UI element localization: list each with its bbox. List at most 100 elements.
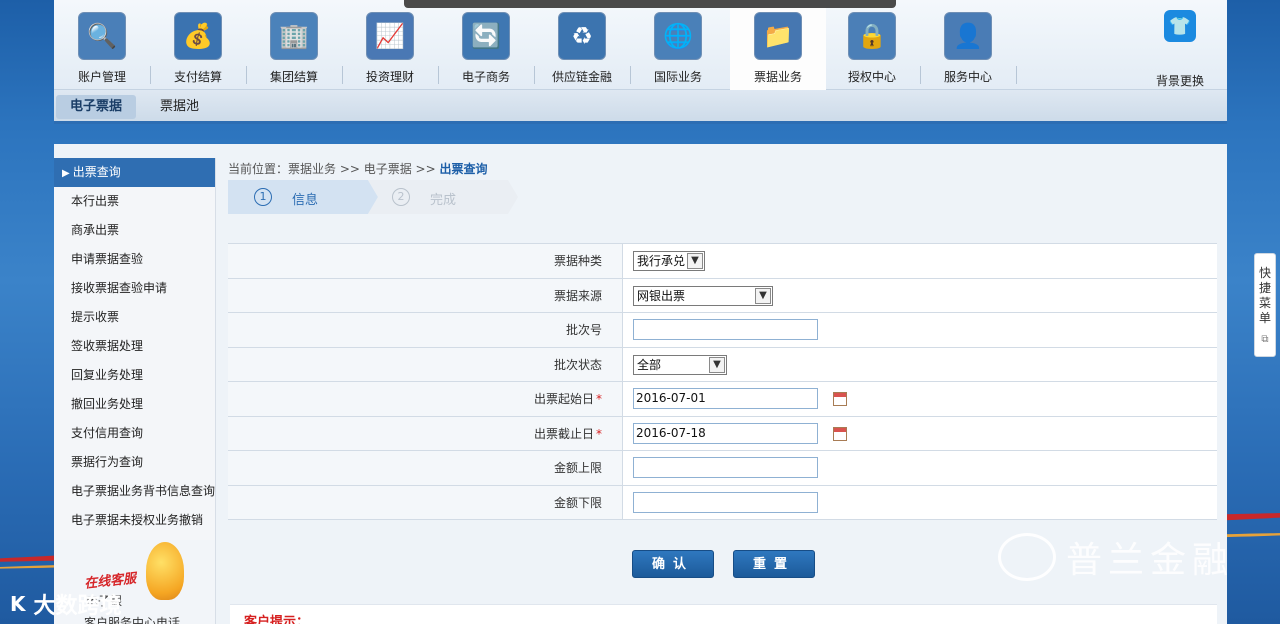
sub-tabs: 电子票据 票据池 — [54, 90, 1227, 124]
step-number: 2 — [392, 188, 410, 206]
user-service-icon: 👤 — [944, 12, 992, 60]
start-date-label: 出票起始日 * — [228, 382, 623, 416]
nav-item-international[interactable]: 🌐 国际业务 — [630, 6, 726, 88]
form-row-amount-max: 金额上限 — [228, 451, 1217, 486]
bill-source-label: 票据来源 — [228, 278, 623, 312]
step-complete: 2 完成 — [368, 180, 518, 214]
play-arrow-icon: ▶ — [62, 168, 70, 179]
calendar-icon[interactable] — [833, 426, 847, 441]
bill-type-select[interactable]: 我行承兑 ▼ — [633, 251, 705, 271]
bill-type-label: 票据种类 — [228, 244, 623, 278]
growth-arrow-icon: 📈 — [366, 12, 414, 60]
wechat-icon — [998, 533, 1056, 581]
globe-arrow-icon: 🔄 — [462, 12, 510, 60]
nav-item-bill-business[interactable]: 📁 票据业务 — [730, 0, 826, 90]
sidebar-item-endorsement-query[interactable]: 电子票据业务背书信息查询 — [54, 477, 215, 506]
bill-type-value: 我行承兑 — [637, 254, 686, 268]
nav-label: 账户管理 — [77, 70, 126, 84]
form-row-start-date: 出票起始日 * 2016-07-01 — [228, 382, 1217, 417]
documents-icon: 📁 — [754, 12, 802, 60]
end-date-label-text: 出票截止日 — [533, 426, 594, 441]
change-background-button[interactable]: 👕 背景更换 — [1140, 6, 1220, 89]
form-row-amount-min: 金额下限 — [228, 485, 1217, 520]
globe-icon: 🌐 — [654, 12, 702, 60]
batch-no-label: 批次号 — [228, 313, 623, 347]
confirm-button[interactable]: 确认 — [632, 550, 714, 578]
chevron-down-icon: ▼ — [709, 356, 725, 373]
nav-item-payment-settlement[interactable]: 💰 支付结算 — [150, 6, 246, 88]
shirt-icon: 👕 — [1164, 10, 1196, 42]
form-row-batch-no: 批次号 — [228, 313, 1217, 348]
bill-source-select[interactable]: 网银出票 ▼ — [633, 285, 773, 306]
quick-menu[interactable]: 快捷菜单 ⧉ — [1254, 253, 1276, 357]
nav-item-account-management[interactable]: 🔍 账户管理 — [54, 6, 150, 88]
coins-icon: 💰 — [174, 12, 222, 60]
buildings-icon: 🏢 — [270, 12, 318, 60]
required-asterisk: * — [596, 426, 602, 441]
nav-item-service-center[interactable]: 👤 服务中心 — [920, 6, 1016, 88]
nav-item-authorization-center[interactable]: 🔒 授权中心 — [824, 6, 920, 88]
batch-status-select[interactable]: 全部 ▼ — [633, 354, 727, 375]
browser-toolbar-fragment — [404, 0, 896, 8]
bank-app-shell: 🔍 账户管理 💰 支付结算 🏢 集团结算 📈 投资理财 🔄 电子商务 ♻ 供应链… — [54, 0, 1227, 624]
sidebar-item-sign-receive[interactable]: 签收票据处理 — [54, 332, 215, 361]
nav-label: 电子商务 — [461, 70, 510, 84]
sidebar-item-prompt-receive[interactable]: 提示收票 — [54, 303, 215, 332]
sidebar-item-withdraw-business[interactable]: 撤回业务处理 — [54, 390, 215, 419]
nav-item-investment[interactable]: 📈 投资理财 — [342, 6, 438, 88]
lock-icon: 🔒 — [848, 12, 896, 60]
breadcrumb-path: 当前位置：票据业务 >> 电子票据 >> — [228, 162, 440, 176]
batch-no-input[interactable] — [633, 319, 818, 340]
sidebar-item-own-bank-issue[interactable]: 本行出票 — [54, 187, 215, 216]
nav-item-e-commerce[interactable]: 🔄 电子商务 — [438, 6, 534, 88]
nav-separator — [1016, 66, 1017, 84]
tab-bill-pool[interactable]: 票据池 — [146, 95, 213, 119]
nav-label: 国际业务 — [653, 70, 702, 84]
sidebar-item-request-verification[interactable]: 申请票据查验 — [54, 245, 215, 274]
magnifier-chart-icon: 🔍 — [78, 12, 126, 60]
watermark-right-text: 普兰金融 — [1066, 540, 1235, 581]
sidebar-item-payment-credit-query[interactable]: 支付信用查询 — [54, 419, 215, 448]
chevron-down-icon: ▼ — [755, 287, 771, 304]
nav-label: 授权中心 — [847, 70, 896, 84]
nav-label: 服务中心 — [943, 70, 992, 84]
sidebar-item-unauthorized-revoke[interactable]: 电子票据未授权业务撤销 — [54, 506, 215, 535]
amount-max-input[interactable] — [633, 457, 818, 478]
calendar-icon[interactable] — [833, 392, 847, 406]
step-indicator: 1 信息 2 完成 — [228, 180, 528, 214]
sidebar-item-reply-business[interactable]: 回复业务处理 — [54, 361, 215, 390]
watermark-left-text: 大数跨境 — [33, 594, 122, 619]
step-label: 信息 — [292, 193, 319, 208]
cycle-icon: ♻ — [558, 12, 606, 60]
sidebar-item-receive-verification[interactable]: 接收票据查验申请 — [54, 274, 215, 303]
change-background-label: 背景更换 — [1155, 74, 1204, 88]
customer-tips-label: 客户提示： — [244, 615, 310, 624]
nav-label: 集团结算 — [269, 70, 318, 84]
sidebar-item-issue-query[interactable]: ▶ 出票查询 — [54, 158, 215, 187]
form-row-end-date: 出票截止日 * 2016-07-18 — [228, 416, 1217, 451]
nav-label: 票据业务 — [753, 70, 802, 84]
sidebar-item-bill-behavior-query[interactable]: 票据行为查询 — [54, 448, 215, 477]
sidebar-item-commercial-issue[interactable]: 商承出票 — [54, 216, 215, 245]
amount-min-label: 金额下限 — [228, 485, 623, 519]
sidebar: ▶ 出票查询 本行出票 商承出票 申请票据查验 接收票据查验申请 提示收票 签收票… — [54, 158, 216, 624]
watermark-right: 普兰金融 — [998, 532, 1234, 582]
watermark-left-logo: K — [10, 592, 26, 616]
required-asterisk: * — [596, 392, 602, 406]
nav-label: 支付结算 — [173, 70, 222, 84]
nav-label: 供应链金融 — [551, 70, 612, 84]
form-row-batch-status: 批次状态 全部 ▼ — [228, 347, 1217, 382]
amount-min-input[interactable] — [633, 491, 818, 513]
tab-electronic-bill[interactable]: 电子票据 — [56, 95, 137, 119]
nav-item-supply-chain-finance[interactable]: ♻ 供应链金融 — [534, 6, 630, 88]
start-date-input[interactable]: 2016-07-01 — [633, 388, 818, 409]
quick-menu-label: 快捷菜单 — [1259, 266, 1272, 325]
end-date-input[interactable]: 2016-07-18 — [633, 422, 818, 444]
chevron-down-icon: ▼ — [687, 253, 703, 269]
nav-label: 投资理财 — [365, 70, 414, 84]
external-link-icon: ⧉ — [1261, 334, 1269, 345]
step-label: 完成 — [430, 193, 457, 208]
form-row-bill-type: 票据种类 我行承兑 ▼ — [228, 244, 1217, 279]
nav-item-group-settlement[interactable]: 🏢 集团结算 — [246, 6, 342, 88]
reset-button[interactable]: 重置 — [733, 550, 815, 578]
